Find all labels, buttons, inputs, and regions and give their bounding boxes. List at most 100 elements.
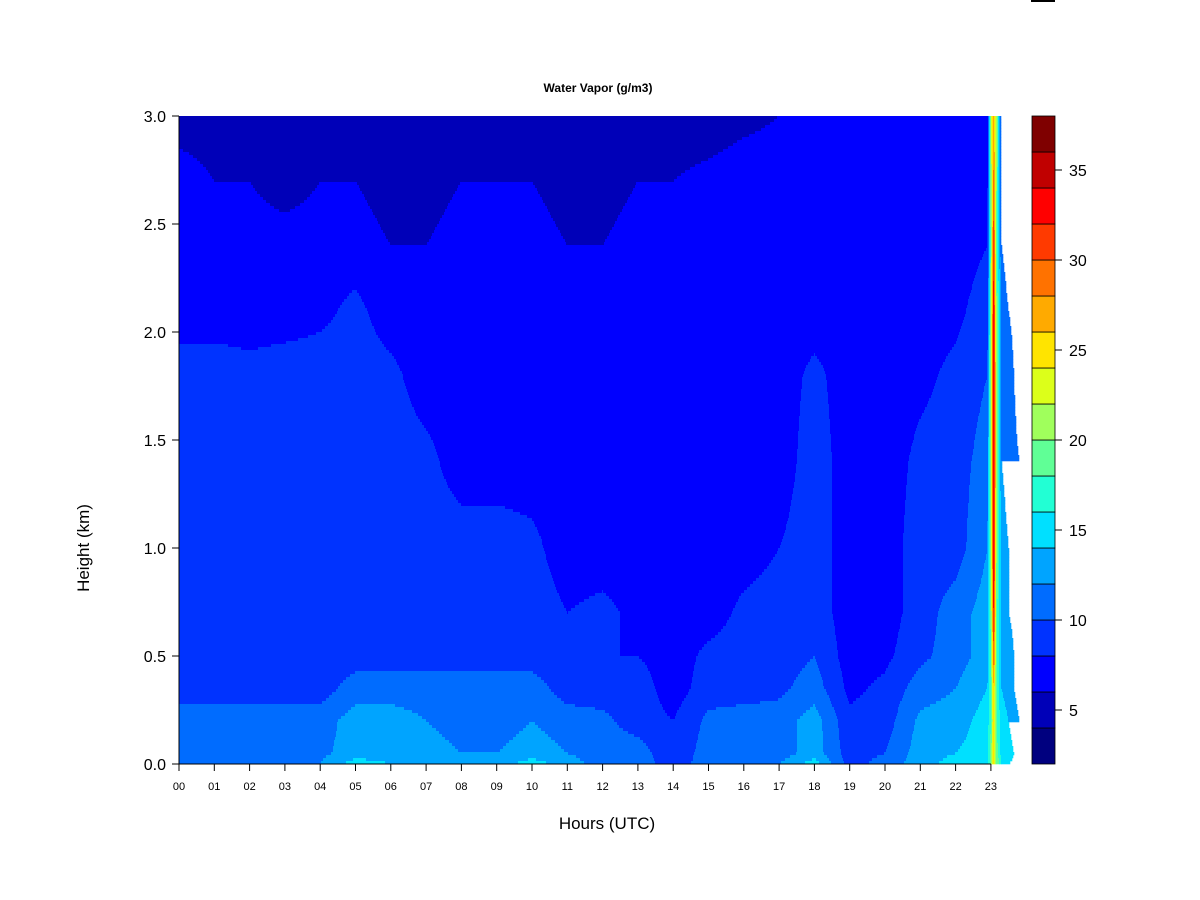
heatmap-cell [919, 419, 979, 423]
heatmap-cell [1001, 512, 1007, 516]
heatmap-cell [323, 758, 354, 762]
heatmap-cell [989, 674, 992, 678]
heatmap-cell [986, 554, 989, 558]
heatmap-cell [695, 749, 798, 753]
heatmap-cell [179, 380, 405, 384]
heatmap-cell [179, 575, 553, 579]
heatmap-cell [782, 539, 833, 543]
heatmap-cell [956, 578, 982, 582]
heatmap-cell [645, 662, 696, 666]
heatmap-cell [823, 731, 840, 735]
heatmap-cell [999, 545, 1002, 549]
heatmap-cell [179, 119, 775, 123]
heatmap-cell [997, 704, 1000, 708]
heatmap-cell [1008, 716, 1020, 720]
heatmap-cell [937, 620, 972, 624]
heatmap-cell [179, 227, 382, 231]
heatmap-cell [1001, 323, 1011, 327]
heatmap-cell [1001, 635, 1013, 639]
heatmap-cell [609, 596, 740, 600]
heatmap-cell [839, 728, 894, 732]
heatmap-cell [179, 623, 621, 627]
heatmap-cell [337, 722, 430, 726]
heatmap-cell [1001, 449, 1019, 453]
heatmap-cell [614, 602, 737, 606]
heatmap-cell [1001, 437, 1018, 441]
heatmap-cell [749, 134, 989, 138]
heatmap-cell [964, 554, 987, 558]
heatmap-cell [553, 578, 757, 582]
heatmap-cell [999, 500, 1002, 504]
heatmap-cell [179, 713, 346, 717]
heatmap-cell [899, 629, 937, 633]
heatmap-cell [967, 530, 988, 534]
heatmap-cell [263, 197, 308, 201]
heatmap-cell [179, 389, 408, 393]
heatmap-cell [948, 353, 988, 357]
heatmap-cell [179, 680, 344, 684]
heatmap-cell [1001, 527, 1008, 531]
heatmap-cell [906, 497, 970, 501]
heatmap-cell [1001, 605, 1010, 609]
heatmap-cell [617, 218, 988, 222]
heatmap-cell [997, 707, 1000, 711]
heatmap-cell [556, 587, 748, 591]
heatmap-cell [642, 659, 697, 663]
heatmap-cell [999, 512, 1002, 516]
heatmap-cell [999, 566, 1002, 570]
heatmap-cell [723, 626, 836, 630]
heatmap-cell [212, 176, 678, 180]
heatmap-cell [1000, 254, 1004, 258]
heatmap-cell [810, 359, 820, 363]
heatmap-cell [941, 602, 976, 606]
heatmap-cell [989, 683, 992, 687]
heatmap-cell [966, 737, 989, 741]
heatmap-cell [928, 401, 982, 405]
heatmap-cell [800, 407, 830, 411]
heatmap-cell [903, 602, 942, 606]
heatmap-cell [418, 713, 610, 717]
heatmap-cell [1001, 293, 1008, 297]
heatmap-cell [960, 566, 985, 570]
heatmap-cell [338, 719, 427, 723]
heatmap-cell [969, 491, 989, 495]
heatmap-cell [788, 689, 827, 693]
heatmap-cell [999, 665, 1002, 669]
heatmap-cell [999, 560, 1002, 564]
heatmap-cell [1000, 197, 1002, 201]
heatmap-cell [1001, 332, 1012, 336]
x-tick-label: 04 [314, 781, 326, 793]
heatmap-cell [1000, 746, 1014, 750]
heatmap-cell [1000, 719, 1009, 723]
heatmap-cell [997, 668, 1000, 672]
heatmap-cell [997, 710, 1001, 714]
heatmap-cell [179, 455, 439, 459]
heatmap-cell [1001, 524, 1008, 528]
heatmap-cell [1001, 365, 1014, 369]
heatmap-cell [179, 146, 729, 150]
colorbar-band [1031, 295, 1056, 333]
heatmap-cell [432, 725, 527, 729]
heatmap-cell [446, 479, 796, 483]
heatmap-cell [1001, 287, 1007, 291]
heatmap-cell [546, 557, 774, 561]
heatmap-cell [908, 470, 972, 474]
heatmap-cell [966, 542, 988, 546]
heatmap-cell [800, 716, 822, 720]
heatmap-cell [696, 746, 798, 750]
heatmap-cell [999, 494, 1002, 498]
heatmap-cell [1000, 134, 1002, 138]
heatmap-cell [1001, 593, 1010, 597]
heatmap-cell [997, 722, 1001, 726]
heatmap-cell [997, 605, 1000, 609]
heatmap-cell [903, 584, 952, 588]
heatmap-cell [897, 713, 919, 717]
heatmap-cell [616, 605, 736, 609]
heatmap-cell [718, 632, 836, 636]
heatmap-cell [179, 593, 560, 597]
heatmap-cell [982, 698, 990, 702]
heatmap-cell [561, 599, 585, 603]
heatmap-cell [969, 497, 989, 501]
heatmap-cell [179, 359, 397, 363]
colorbar-band [1031, 727, 1056, 765]
